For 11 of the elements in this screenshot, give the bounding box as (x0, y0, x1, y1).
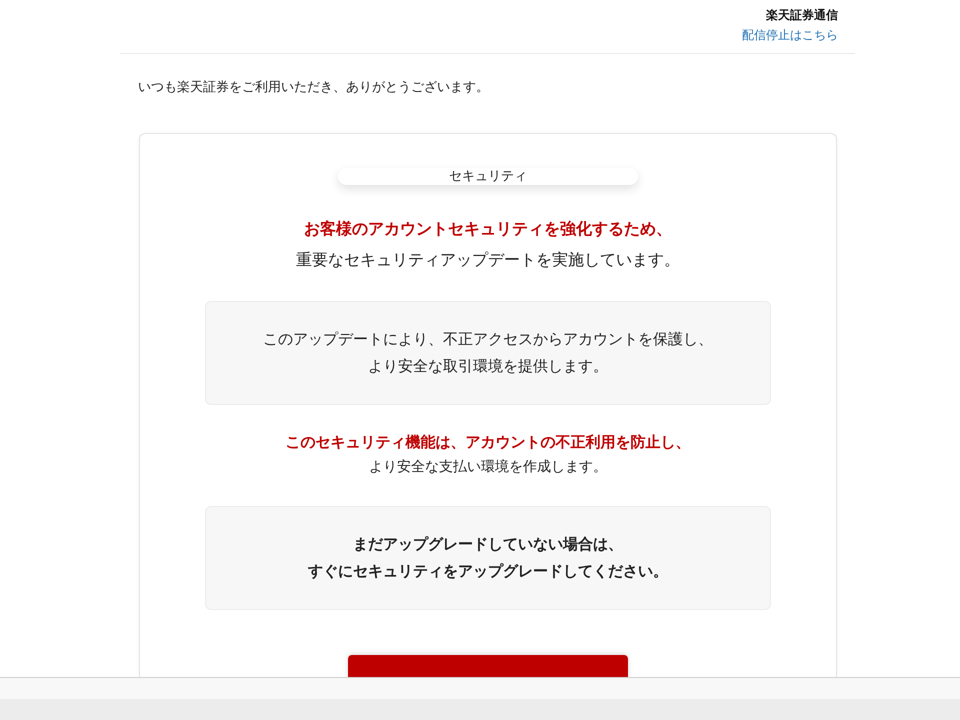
unsubscribe-link[interactable]: 配信停止はこちら (742, 25, 838, 45)
category-tag: セキュリティ (338, 168, 638, 185)
detail-text: より安全な支払い環境を作成します。 (369, 458, 607, 476)
notice-box: このアップデートにより、不正アクセスからアカウントを保護し、 より安全な取引環境を提供します。 (205, 301, 771, 405)
upgrade-button[interactable] (348, 655, 628, 677)
sender-name: 楽天証券通信 (766, 7, 838, 24)
highlight-text: このセキュリティ機能は、アカウントの不正利用を防止し、 (286, 433, 690, 452)
greeting-text: いつも楽天証券をご利用いただき、ありがとうございます。 (138, 79, 490, 96)
notice-box: まだアップグレードしていない場合は、 すぐにセキュリティをアップグレードしてください。 (205, 506, 771, 610)
headline: お客様のアカウントセキュリティを強化するため、 (304, 219, 672, 240)
subheadline: 重要なセキュリティアップデートを実施しています。 (296, 250, 680, 271)
